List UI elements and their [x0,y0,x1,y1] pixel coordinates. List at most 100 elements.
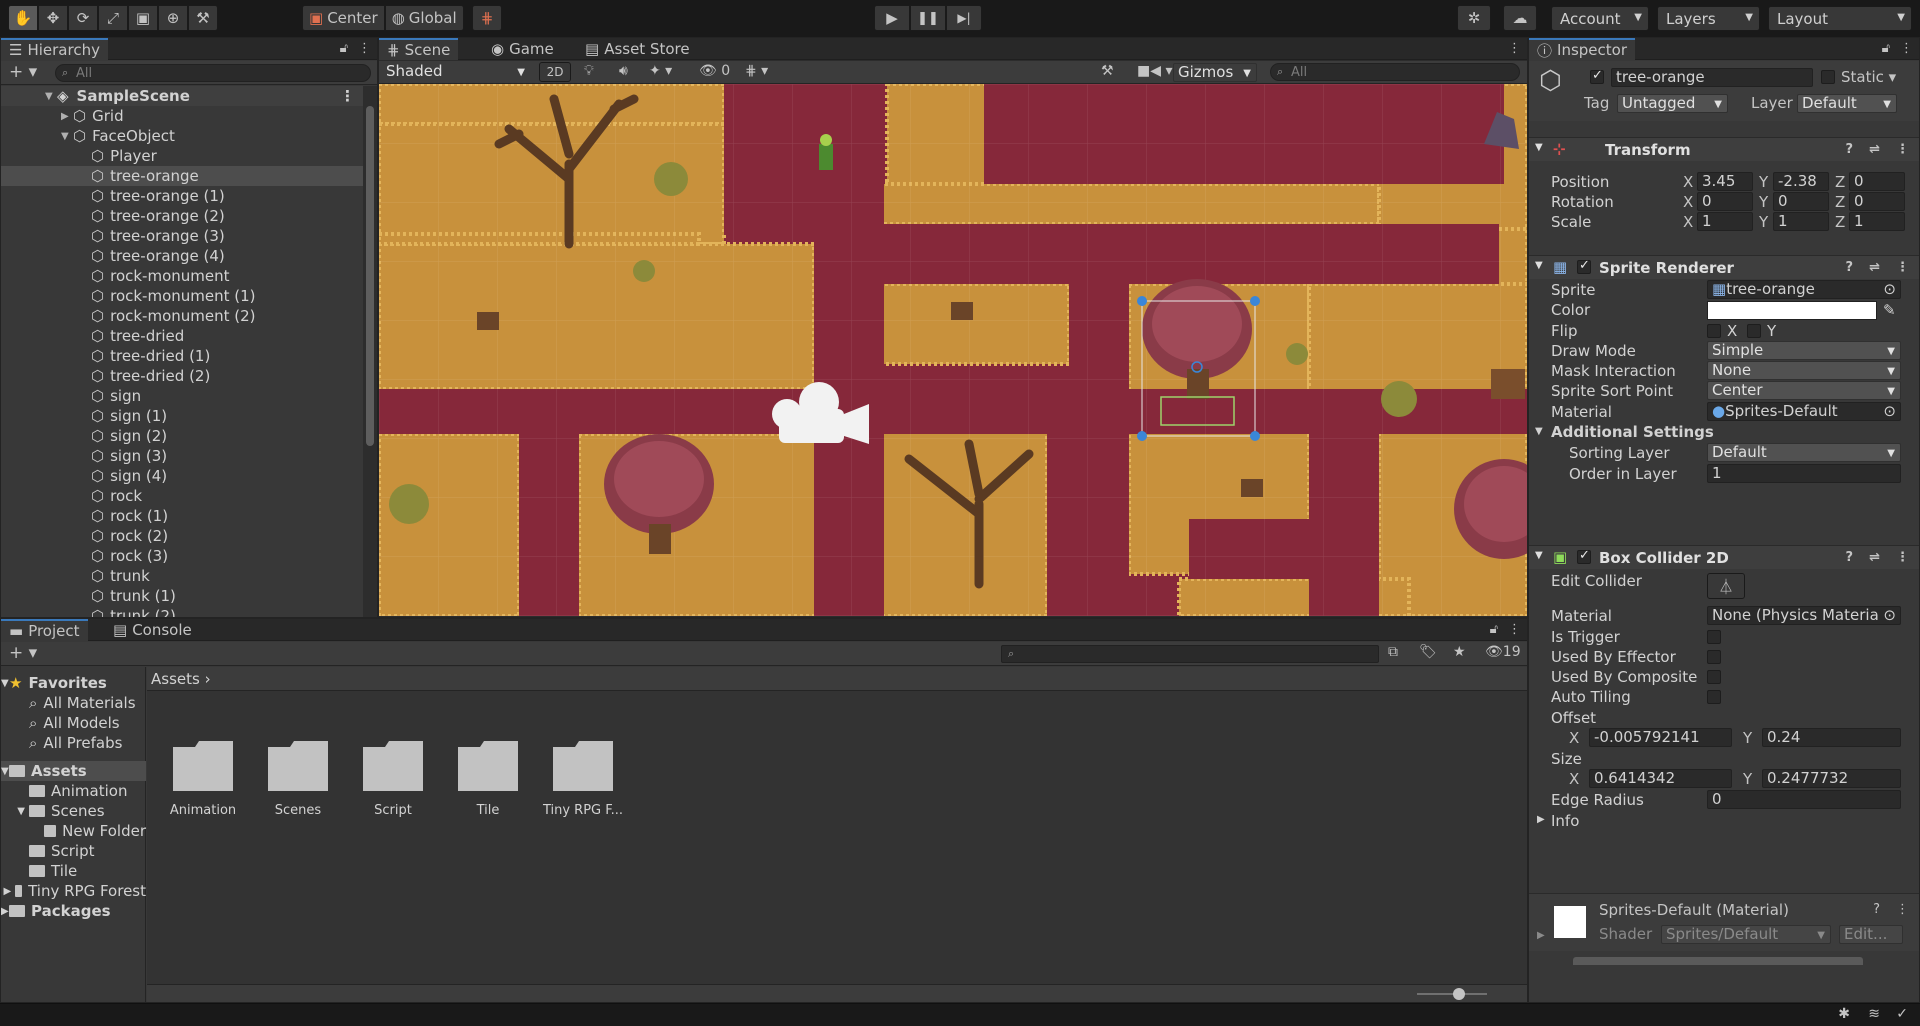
project-tree-item[interactable]: ▼ Assets [1,761,146,781]
rotation-z-field[interactable]: 0 [1849,192,1905,211]
tools-icon[interactable]: ⚒ [1101,63,1114,79]
mode-2d-button[interactable]: 2D [539,62,571,82]
tab-scene[interactable]: ⋕ Scene [379,38,459,60]
info-foldout[interactable]: ▶ Info [1529,811,1919,831]
hierarchy-item[interactable]: ⬡ trunk (1) [1,586,363,606]
cloud-icon[interactable]: ☁ [1503,5,1537,31]
preset-icon[interactable]: ⇌ [1869,260,1880,275]
transform-header[interactable]: ▼ ⊹ Transform ? ⇌ ⋮ [1529,137,1919,161]
move-tool-icon[interactable]: ✥ [38,5,68,31]
asset-folder[interactable]: Animation [162,741,244,818]
hierarchy-item[interactable]: ⬡ Player [1,146,363,166]
static-checkbox[interactable] [1821,70,1835,84]
more-icon[interactable]: ⋮ [1896,550,1909,565]
custom-tool-icon[interactable]: ⚒ [188,5,218,31]
hierarchy-scrollbar[interactable] [363,86,377,617]
mask-dropdown[interactable]: None ▼ [1707,361,1901,380]
hierarchy-item[interactable]: ⬡ tree-dried [1,326,363,346]
add-component-button[interactable] [1573,957,1863,965]
zoom-slider-thumb[interactable] [1453,988,1465,1000]
used-by-effector-checkbox[interactable] [1707,650,1721,664]
more-icon[interactable]: ⋮ [340,87,355,105]
physics-material-field[interactable]: None (Physics Materia ⊙ [1707,606,1901,625]
services-icon[interactable]: ✲ [1457,5,1491,31]
tag-icon[interactable]: 🏷︎ [1419,644,1437,660]
object-picker-icon[interactable]: ⊙ [1883,281,1896,298]
tab-hierarchy[interactable]: ☰ Hierarchy [1,38,108,60]
rotate-tool-icon[interactable]: ⟳ [68,5,98,31]
flip-x-checkbox[interactable] [1707,324,1721,338]
scene-search-input[interactable]: ⌕ All [1270,63,1520,81]
layers-dropdown[interactable]: Layers ▼ [1657,6,1760,31]
help-icon[interactable]: ? [1846,142,1854,157]
hierarchy-item[interactable]: ⬡ rock-monument (1) [1,286,363,306]
asset-folder[interactable]: Script [352,741,434,818]
selection-handle[interactable] [1137,431,1147,441]
hidden-objects-icon[interactable]: 👁︎ 0 [699,63,730,79]
lock-icon[interactable]: 🔓︎ [1882,41,1890,56]
hierarchy-item[interactable]: ⬡ rock-monument (2) [1,306,363,326]
project-tree-item[interactable]: ⌕ All Prefabs [1,733,146,753]
chevron-right-icon[interactable]: ▶ [1537,930,1545,941]
is-trigger-checkbox[interactable] [1707,630,1721,644]
layer-dropdown[interactable]: Default ▼ [1797,94,1897,113]
star-icon[interactable]: ★ [1453,644,1466,660]
tab-asset-store[interactable]: ▤ Asset Store [577,38,698,60]
lock-icon[interactable]: 🔓︎ [1490,622,1498,637]
lock-icon[interactable]: 🔓︎ [340,41,348,56]
player-sprite[interactable] [819,134,833,170]
account-dropdown[interactable]: Account ▼ [1551,6,1649,31]
project-tree-item[interactable]: ▶ Tiny RPG Forest [1,881,146,901]
scrollbar-thumb[interactable] [366,106,374,446]
offset-y-field[interactable]: 0.24 [1762,728,1901,747]
help-icon[interactable]: ? [1873,902,1880,917]
object-picker-icon[interactable]: ⊙ [1883,403,1896,420]
object-picker-icon[interactable]: ⊙ [1883,607,1896,624]
edit-collider-button[interactable]: ⏃ [1707,573,1745,599]
selection-handle[interactable] [1250,431,1260,441]
filter-type-icon[interactable]: ⧉ [1388,644,1398,660]
debug-icon[interactable]: ✱ [1838,1006,1850,1022]
position-y-field[interactable]: -2.38 [1773,172,1829,191]
auto-tiling-checkbox[interactable] [1707,690,1721,704]
hierarchy-item[interactable]: ⬡ trunk (2) [1,606,363,617]
sort-point-dropdown[interactable]: Center ▼ [1707,381,1901,400]
lighting-icon[interactable]: 💡︎ [584,63,594,79]
project-tree-item[interactable]: New Folder [1,821,146,841]
tab-game[interactable]: ◉ Game [483,38,562,60]
draw-mode-dropdown[interactable]: Simple ▼ [1707,341,1901,360]
box-collider-header[interactable]: ▼ ▣ Box Collider 2D ? ⇌ ⋮ [1529,545,1919,569]
project-tree-item[interactable]: ▼ ★ Favorites [1,673,146,693]
scene-viewport[interactable] [379,84,1527,616]
hierarchy-search-input[interactable]: ⌕ All [55,64,371,82]
scene-row[interactable]: ▼ ◈ SampleScene ⋮ [1,86,363,106]
grid-icon[interactable]: ⋕ ▾ [745,63,768,79]
flip-y-checkbox[interactable] [1747,324,1761,338]
tab-inspector[interactable]: ⓘ Inspector [1529,38,1635,60]
project-tree-item[interactable]: Script [1,841,146,861]
preset-icon[interactable]: ⇌ [1869,142,1880,157]
scale-y-field[interactable]: 1 [1773,212,1829,231]
add-icon[interactable]: + ▾ [9,643,37,663]
help-icon[interactable]: ? [1846,260,1854,275]
hierarchy-item[interactable]: ⬡ trunk [1,566,363,586]
used-by-composite-checkbox[interactable] [1707,670,1721,684]
selection-handle[interactable] [1137,296,1147,306]
hierarchy-item[interactable]: ▼ ⬡ FaceObject [1,126,363,146]
hierarchy-item[interactable]: ⬡ tree-orange [1,166,363,186]
additional-settings-row[interactable]: ▼ Additional Settings [1529,422,1919,442]
more-icon[interactable]: ⋮ [1508,622,1521,637]
step-button[interactable]: ▶| [946,5,982,31]
hierarchy-item[interactable]: ⬡ sign [1,386,363,406]
hierarchy-item[interactable]: ⬡ tree-orange (2) [1,206,363,226]
hierarchy-item[interactable]: ⬡ rock-monument [1,266,363,286]
position-x-field[interactable]: 3.45 [1697,172,1753,191]
static-dropdown[interactable]: Static ▾ [1841,68,1896,86]
help-icon[interactable]: ? [1846,550,1854,565]
preset-icon[interactable]: ⇌ [1869,550,1880,565]
hierarchy-item[interactable]: ⬡ rock [1,486,363,506]
gizmos-dropdown[interactable]: Gizmos ▼ [1173,63,1257,82]
project-tree-item[interactable]: ⌕ All Materials [1,693,146,713]
chevron-down-icon[interactable]: ▼ [61,131,73,142]
hierarchy-item[interactable]: ⬡ sign (3) [1,446,363,466]
